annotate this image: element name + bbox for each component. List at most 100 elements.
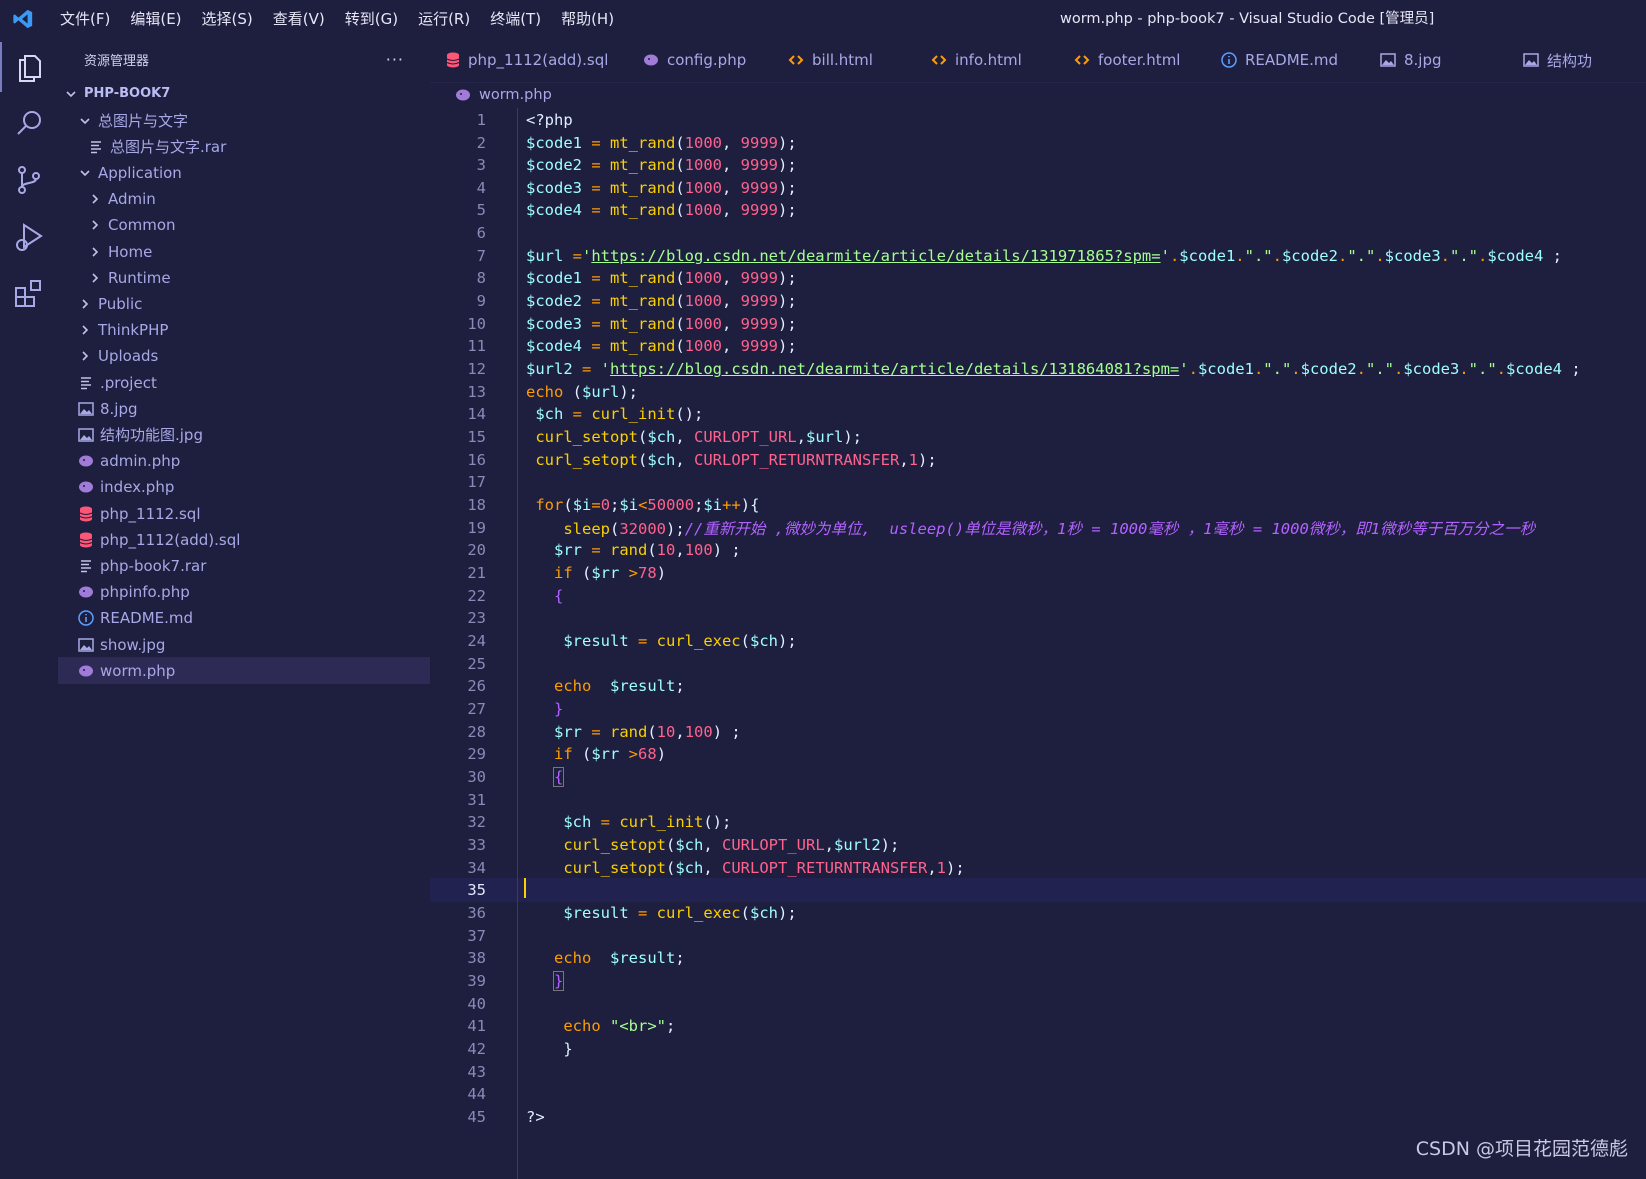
code-line[interactable]: 7 $url ='https://blog.csdn.net/dearmite/a… — [430, 244, 1646, 268]
code-line[interactable]: 12 $url2 = 'https://blog.csdn.net/dearmit… — [430, 357, 1646, 381]
code-line[interactable]: 39 } — [430, 969, 1646, 993]
more-actions-button[interactable]: ··· — [386, 50, 404, 69]
tree-folder[interactable]: Home — [58, 238, 460, 265]
code-line[interactable]: 15 curl_setopt($ch, CURLOPT_URL,$url); — [430, 425, 1646, 449]
code-line[interactable]: 22 { — [430, 584, 1646, 608]
code-line[interactable]: 25 — [430, 652, 1646, 676]
tree-file[interactable]: 8.jpg — [58, 395, 450, 422]
code-line[interactable]: 10 $code3 = mt_rand(1000, 9999); — [430, 312, 1646, 336]
code-line[interactable]: 33 curl_setopt($ch, CURLOPT_URL,$url2); — [430, 833, 1646, 857]
php-file-icon — [78, 663, 94, 679]
tree-folder[interactable]: Public — [58, 290, 450, 317]
code-line[interactable]: 20 $rr = rand(10,100) ; — [430, 539, 1646, 563]
code-line[interactable]: 19 sleep(32000);//重新开始 ,微妙为单位, usleep()单… — [430, 516, 1646, 540]
code-line[interactable]: 40 — [430, 992, 1646, 1016]
code-line[interactable]: 6 — [430, 221, 1646, 245]
code-line[interactable]: 18 for($i=0;$i<50000;$i++){ — [430, 493, 1646, 517]
code-line[interactable]: 41 echo "<br>"; — [430, 1014, 1646, 1038]
tree-root-folder[interactable]: PHP-BOOK7 — [58, 80, 436, 107]
code-line[interactable]: 35 — [430, 878, 1646, 903]
tree-file[interactable]: php_1112(add).sql — [58, 526, 450, 553]
tree-file[interactable]: php_1112.sql — [58, 500, 450, 527]
code-line[interactable]: 27 } — [430, 697, 1646, 721]
code-line[interactable]: 13 echo ($url); — [430, 380, 1646, 404]
menu-run[interactable]: 运行(R) — [408, 0, 480, 38]
tree-file[interactable]: index.php — [58, 474, 450, 501]
code-line[interactable]: 45 ?> — [430, 1105, 1646, 1129]
menu-terminal[interactable]: 终端(T) — [480, 0, 551, 38]
tree-folder[interactable]: Common — [58, 212, 460, 239]
code-line[interactable]: 17 — [430, 471, 1646, 495]
activity-search[interactable] — [0, 98, 58, 148]
run-debug-icon — [16, 223, 43, 251]
line-number: 25 — [467, 654, 486, 673]
code-line[interactable]: 30 { — [430, 765, 1646, 789]
tree-folder[interactable]: Admin — [58, 186, 460, 213]
code-line[interactable]: 32 $ch = curl_init(); — [430, 810, 1646, 834]
tab-label: 8.jpg — [1404, 51, 1442, 69]
tree-file[interactable]: 总图片与文字.rar — [58, 133, 460, 160]
code-line[interactable]: 38 echo $result; — [430, 946, 1646, 970]
editor-tab[interactable]: info.html — [915, 38, 1058, 82]
code-line[interactable]: 42 } — [430, 1037, 1646, 1061]
tree-folder[interactable]: Runtime — [58, 264, 460, 291]
activity-source-control[interactable] — [0, 155, 58, 205]
code-line[interactable]: 8 $code1 = mt_rand(1000, 9999); — [430, 267, 1646, 291]
code-line[interactable]: 9 $code2 = mt_rand(1000, 9999); — [430, 289, 1646, 313]
code-line[interactable]: 2 $code1 = mt_rand(1000, 9999); — [430, 131, 1646, 155]
editor-tab[interactable]: 8.jpg — [1364, 38, 1507, 82]
code-line[interactable]: 5 $code4 = mt_rand(1000, 9999); — [430, 199, 1646, 223]
code-line[interactable]: 11 $code4 = mt_rand(1000, 9999); — [430, 335, 1646, 359]
menu-view[interactable]: 查看(V) — [263, 0, 335, 38]
code-line[interactable]: 1 <?php — [430, 108, 1646, 132]
code-line[interactable]: 34 curl_setopt($ch, CURLOPT_RETURNTRANSF… — [430, 856, 1646, 880]
code-line[interactable]: 23 — [430, 607, 1646, 631]
code-editor[interactable]: 1 <?php 2 $code1 = mt_rand(1000, 9999); 3 $co… — [430, 108, 1646, 1179]
line-number: 5 — [476, 201, 486, 220]
code-line[interactable]: 36 $result = curl_exec($ch); — [430, 901, 1646, 925]
tree-file[interactable]: .project — [58, 369, 450, 396]
code-line[interactable]: 14 $ch = curl_init(); — [430, 403, 1646, 427]
tree-file[interactable]: 结构功能图.jpg — [58, 421, 450, 448]
editor-tab[interactable]: bill.html — [772, 38, 915, 82]
activity-explorer[interactable] — [0, 42, 58, 92]
tree-file[interactable]: README.md — [58, 605, 450, 632]
menu-selection[interactable]: 选择(S) — [192, 0, 263, 38]
tree-folder[interactable]: ThinkPHP — [58, 317, 450, 344]
code-line[interactable]: 37 — [430, 924, 1646, 948]
menu-bar: 文件(F) 编辑(E) 选择(S) 查看(V) 转到(G) 运行(R) 终端(T… — [50, 0, 624, 38]
code-line[interactable]: 31 — [430, 788, 1646, 812]
menu-help[interactable]: 帮助(H) — [551, 0, 624, 38]
menu-edit[interactable]: 编辑(E) — [120, 0, 191, 38]
editor-tab[interactable]: php_1112(add).sql — [430, 38, 627, 82]
code-line[interactable]: 26 echo $result; — [430, 675, 1646, 699]
code-line[interactable]: 21 if ($rr >78) — [430, 561, 1646, 585]
code-line[interactable]: 43 — [430, 1060, 1646, 1084]
tree-folder[interactable]: Application — [58, 159, 450, 186]
tree-file[interactable]: php-book7.rar — [58, 552, 450, 579]
tree-file[interactable]: show.jpg — [58, 631, 450, 658]
menu-file[interactable]: 文件(F) — [50, 0, 120, 38]
code-line[interactable]: 4 $code3 = mt_rand(1000, 9999); — [430, 176, 1646, 200]
editor-tab[interactable]: config.php — [627, 38, 772, 82]
tree-file[interactable]: admin.php — [58, 448, 450, 475]
editor-tab[interactable]: 结构功 — [1507, 38, 1646, 82]
code-text: sleep(32000);//重新开始 ,微妙为单位, usleep()单位是微… — [563, 519, 1536, 538]
breadcrumb[interactable]: worm.php — [455, 83, 552, 107]
editor-tab[interactable]: README.md — [1205, 38, 1364, 82]
activity-extensions[interactable] — [0, 269, 58, 319]
tree-folder[interactable]: Uploads — [58, 343, 450, 370]
menu-go[interactable]: 转到(G) — [335, 0, 408, 38]
code-line[interactable]: 3 $code2 = mt_rand(1000, 9999); — [430, 153, 1646, 177]
tree-folder[interactable]: 总图片与文字 — [58, 107, 450, 134]
code-line[interactable]: 16 curl_setopt($ch, CURLOPT_RETURNTRANSF… — [430, 448, 1646, 472]
tab-label: info.html — [955, 51, 1022, 69]
code-line[interactable]: 29 if ($rr >68) — [430, 742, 1646, 766]
tree-file[interactable]: worm.php — [58, 657, 450, 685]
tree-file[interactable]: phpinfo.php — [58, 579, 450, 606]
code-line[interactable]: 28 $rr = rand(10,100) ; — [430, 720, 1646, 744]
code-line[interactable]: 24 $result = curl_exec($ch); — [430, 629, 1646, 653]
editor-tab[interactable]: footer.html — [1058, 38, 1205, 82]
code-line[interactable]: 44 — [430, 1082, 1646, 1106]
activity-run-debug[interactable] — [0, 212, 58, 262]
